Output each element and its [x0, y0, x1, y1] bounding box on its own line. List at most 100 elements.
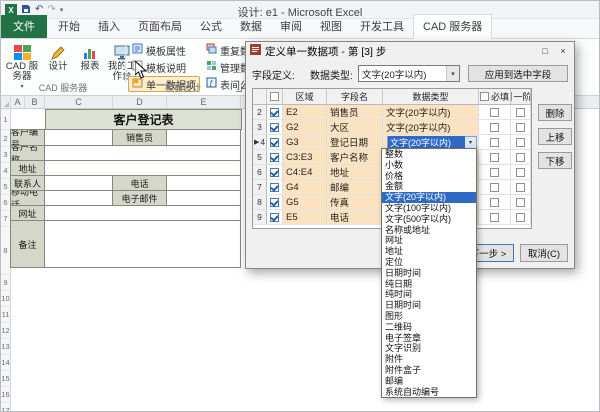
region-cell[interactable]: G2: [283, 120, 327, 134]
col-header-d[interactable]: D: [113, 96, 167, 108]
row-number[interactable]: 5: [253, 150, 267, 164]
extra-checkbox[interactable]: [516, 123, 525, 132]
dropdown-option[interactable]: 系统自动编号: [382, 387, 476, 398]
label-salesperson[interactable]: 销售员: [112, 129, 167, 146]
cancel-button[interactable]: 取消(C): [520, 244, 568, 262]
tab-cad-server[interactable]: CAD 服务器: [413, 14, 492, 39]
required-checkbox[interactable]: [490, 108, 499, 117]
row-header[interactable]: 13: [1, 339, 10, 355]
dropdown-option[interactable]: 名称或地址: [382, 225, 476, 236]
row-checkbox[interactable]: [270, 213, 279, 222]
row-checkbox[interactable]: [270, 108, 279, 117]
move-down-button[interactable]: 下移: [538, 152, 572, 169]
required-checkbox[interactable]: [490, 168, 499, 177]
chevron-down-icon[interactable]: ▾: [446, 66, 459, 81]
data-type-combobox[interactable]: 文字(20字以内) ▾: [358, 65, 460, 82]
tab-insert[interactable]: 插入: [89, 15, 129, 38]
label-customer-no[interactable]: 客户编号: [10, 129, 45, 146]
inline-datatype-combobox[interactable]: 文字(20字以内) ▾: [387, 136, 477, 149]
tab-formulas[interactable]: 公式: [191, 15, 231, 38]
cell-phone-value[interactable]: [166, 175, 241, 191]
required-checkbox[interactable]: [490, 123, 499, 132]
dropdown-option[interactable]: 纯时间: [382, 289, 476, 300]
row-header[interactable]: 14: [1, 355, 10, 371]
grid-header-required[interactable]: 必填: [479, 89, 511, 104]
form-title-cell[interactable]: 客户登记表: [45, 109, 242, 130]
row-header[interactable]: 9: [1, 275, 10, 291]
label-email[interactable]: 电子邮件: [112, 190, 167, 206]
row-checkbox[interactable]: [270, 198, 279, 207]
grid-header-region[interactable]: 区域: [283, 89, 327, 104]
region-cell[interactable]: G3: [283, 135, 327, 149]
dropdown-option[interactable]: 文字(500字以内): [382, 214, 476, 225]
row-checkbox[interactable]: [270, 138, 279, 147]
dropdown-option[interactable]: 日期时间: [382, 268, 476, 279]
row-number[interactable]: 6: [253, 165, 267, 179]
label-customer-name[interactable]: 客户名称: [10, 145, 45, 161]
region-cell[interactable]: C3:E3: [283, 150, 327, 164]
tab-home[interactable]: 开始: [49, 15, 89, 38]
required-checkbox[interactable]: [490, 153, 499, 162]
label-contact[interactable]: 联系人: [10, 175, 45, 191]
tab-data[interactable]: 数据: [231, 15, 271, 38]
cell-address-value[interactable]: [44, 160, 241, 176]
dropdown-option[interactable]: 图形: [382, 311, 476, 322]
col-header-c[interactable]: C: [45, 96, 113, 108]
delete-button[interactable]: 删除: [538, 104, 572, 121]
row-number[interactable]: 7: [253, 180, 267, 194]
dropdown-option[interactable]: 邮编: [382, 376, 476, 387]
row-checkbox[interactable]: [270, 123, 279, 132]
label-website[interactable]: 网址: [10, 205, 45, 221]
required-checkbox[interactable]: [490, 213, 499, 222]
dropdown-option[interactable]: 日期时间: [382, 300, 476, 311]
col-header-b[interactable]: B: [25, 96, 45, 108]
region-cell[interactable]: E5: [283, 210, 327, 224]
field-name-cell[interactable]: 邮编: [327, 180, 383, 194]
tab-file[interactable]: 文件: [1, 15, 47, 38]
row-header[interactable]: 4: [1, 163, 10, 179]
extra-checkbox[interactable]: [516, 153, 525, 162]
cell-contact-value[interactable]: [44, 175, 113, 191]
cell-remark-value[interactable]: [44, 220, 241, 268]
select-all-corner[interactable]: [1, 96, 11, 108]
dropdown-option[interactable]: 地址: [382, 246, 476, 257]
row-checkbox[interactable]: [270, 168, 279, 177]
cell-website-value[interactable]: [44, 205, 241, 221]
dropdown-option[interactable]: 价格: [382, 171, 476, 182]
move-up-button[interactable]: 上移: [538, 128, 572, 145]
grid-header-field[interactable]: 字段名: [327, 89, 383, 104]
grid-header-checkbox[interactable]: [267, 89, 283, 104]
field-name-cell[interactable]: 登记日期: [327, 135, 383, 149]
dialog-launcher-icon[interactable]: [236, 86, 242, 92]
extra-checkbox[interactable]: [516, 183, 525, 192]
tab-page-layout[interactable]: 页面布局: [129, 15, 191, 38]
row-header[interactable]: 7: [1, 211, 10, 227]
grid-row[interactable]: 2 E2 销售员 文字(20字以内): [253, 105, 531, 120]
row-header[interactable]: 16: [1, 387, 10, 403]
dropdown-option[interactable]: 电子签章: [382, 333, 476, 344]
grid-header-type[interactable]: 数据类型: [383, 89, 479, 104]
row-header[interactable]: 11: [1, 307, 10, 323]
cell-mobile-value[interactable]: [44, 190, 113, 206]
row-header[interactable]: 1: [1, 109, 10, 130]
row-number[interactable]: 2: [253, 105, 267, 119]
select-all-checkbox[interactable]: [270, 92, 279, 101]
label-phone[interactable]: 电话: [112, 175, 167, 191]
field-name-cell[interactable]: 地址: [327, 165, 383, 179]
tab-review[interactable]: 审阅: [271, 15, 311, 38]
dialog-titlebar[interactable]: 定义单一数据项 - 第 [3] 步 □ ×: [246, 42, 574, 60]
tab-developer[interactable]: 开发工具: [351, 15, 413, 38]
field-name-cell[interactable]: 销售员: [327, 105, 383, 119]
field-name-cell[interactable]: 客户名称: [327, 150, 383, 164]
region-cell[interactable]: E2: [283, 105, 327, 119]
extra-checkbox[interactable]: [516, 198, 525, 207]
data-type-cell[interactable]: 文字(20字以内): [383, 105, 479, 119]
dialog-maximize-button[interactable]: □: [536, 44, 554, 58]
dialog-close-button[interactable]: ×: [554, 44, 572, 58]
dropdown-option[interactable]: 文字(100字以内): [382, 203, 476, 214]
col-header-a[interactable]: A: [11, 96, 25, 108]
dropdown-option[interactable]: 文字识别: [382, 343, 476, 354]
dropdown-option[interactable]: 附件: [382, 354, 476, 365]
row-checkbox[interactable]: [270, 183, 279, 192]
row-number[interactable]: ▶4: [253, 135, 267, 149]
